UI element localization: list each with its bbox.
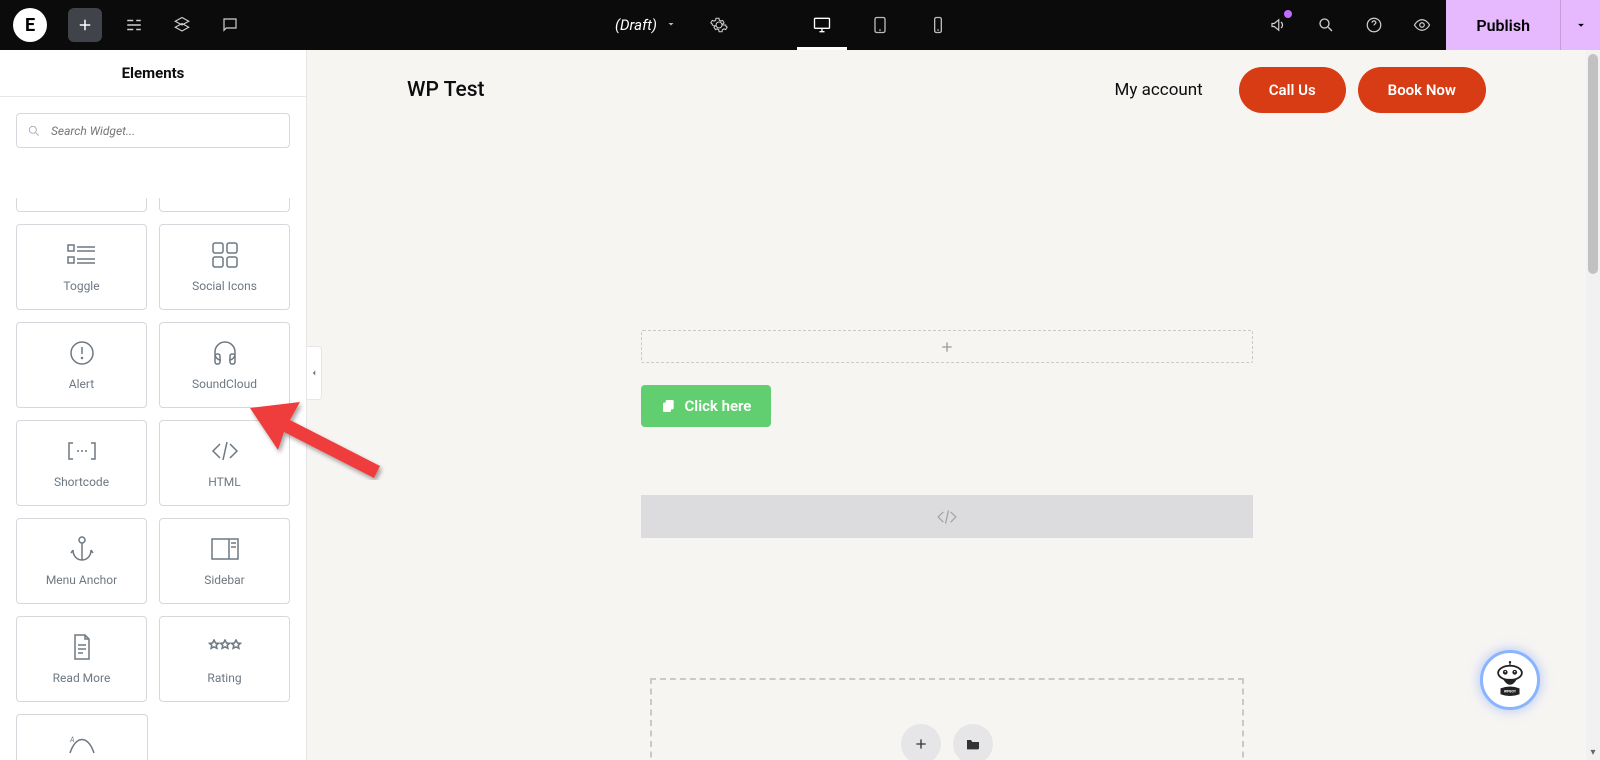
button-label: Click here bbox=[685, 397, 752, 415]
widget-sidebar[interactable]: Sidebar bbox=[159, 518, 290, 604]
widget-label: Read More bbox=[53, 671, 111, 685]
add-element-button[interactable] bbox=[68, 8, 102, 42]
widget-label: Shortcode bbox=[54, 475, 109, 489]
whats-new-button[interactable] bbox=[1254, 0, 1302, 50]
widget-label: Alert bbox=[69, 377, 94, 391]
widget-label: Toggle bbox=[63, 279, 99, 293]
widget-label: Social Icons bbox=[192, 279, 257, 293]
widget-read-more[interactable]: Read More bbox=[16, 616, 147, 702]
chatbot-launcher[interactable]: WPBOT bbox=[1480, 650, 1540, 710]
site-title: WP Test bbox=[407, 78, 485, 102]
new-section-dropzone[interactable] bbox=[650, 678, 1244, 760]
device-mobile[interactable] bbox=[909, 0, 967, 50]
site-header: WP Test My account Call Us Book Now bbox=[307, 50, 1586, 130]
device-desktop[interactable] bbox=[793, 0, 851, 50]
widget-alert[interactable]: Alert bbox=[16, 322, 147, 408]
widget-label: Rating bbox=[207, 671, 241, 685]
widget-rating[interactable]: Rating bbox=[159, 616, 290, 702]
add-section-button[interactable] bbox=[901, 724, 941, 760]
page-settings-button[interactable] bbox=[695, 0, 743, 50]
add-section-top[interactable] bbox=[641, 330, 1253, 363]
widget-cut-top[interactable] bbox=[16, 198, 147, 212]
copy-icon bbox=[661, 398, 677, 414]
svg-text:A: A bbox=[69, 736, 74, 744]
publish-button[interactable]: Publish bbox=[1446, 0, 1560, 50]
collapse-panel-button[interactable] bbox=[307, 346, 322, 400]
elementor-logo[interactable]: E bbox=[0, 0, 60, 50]
top-bar: E (Draft) bbox=[0, 0, 1600, 50]
svg-text:WPBOT: WPBOT bbox=[1504, 689, 1517, 693]
editor-canvas[interactable]: WP Test My account Call Us Book Now Clic… bbox=[307, 50, 1586, 760]
widget-search-input[interactable] bbox=[49, 123, 279, 139]
search-icon bbox=[27, 124, 41, 138]
widget-text-path[interactable]: A Text Path bbox=[16, 714, 148, 760]
code-icon bbox=[936, 506, 958, 528]
folder-icon bbox=[965, 736, 981, 752]
widget-social-icons[interactable]: Social Icons bbox=[159, 224, 290, 310]
book-now-button[interactable]: Book Now bbox=[1358, 67, 1486, 113]
document-dropdown[interactable] bbox=[665, 18, 677, 33]
click-here-button[interactable]: Click here bbox=[641, 385, 772, 427]
call-us-button[interactable]: Call Us bbox=[1239, 67, 1346, 113]
elements-panel: Elements Toggle Social Icons bbox=[0, 50, 307, 760]
structure-button[interactable] bbox=[158, 0, 206, 50]
widget-label: Sidebar bbox=[204, 573, 245, 587]
help-button[interactable] bbox=[1350, 0, 1398, 50]
vertical-scrollbar[interactable]: ▾ bbox=[1586, 50, 1600, 760]
widget-cut-top[interactable] bbox=[159, 198, 290, 212]
widget-html[interactable]: HTML bbox=[159, 420, 290, 506]
widget-label: SoundCloud bbox=[192, 377, 257, 391]
widget-label: HTML bbox=[208, 475, 241, 489]
preview-button[interactable] bbox=[1398, 0, 1446, 50]
device-tablet[interactable] bbox=[851, 0, 909, 50]
add-template-button[interactable] bbox=[953, 724, 993, 760]
html-widget-placeholder[interactable] bbox=[641, 495, 1253, 538]
notes-button[interactable] bbox=[206, 0, 254, 50]
widget-toggle[interactable]: Toggle bbox=[16, 224, 147, 310]
document-status: (Draft) bbox=[615, 16, 657, 34]
widget-shortcode[interactable]: Shortcode bbox=[16, 420, 147, 506]
widget-label: Menu Anchor bbox=[46, 573, 117, 587]
plus-icon bbox=[939, 339, 955, 355]
site-settings-button[interactable] bbox=[110, 0, 158, 50]
widget-soundcloud[interactable]: SoundCloud bbox=[159, 322, 290, 408]
nav-my-account[interactable]: My account bbox=[1115, 80, 1203, 100]
widget-menu-anchor[interactable]: Menu Anchor bbox=[16, 518, 147, 604]
publish-dropdown[interactable] bbox=[1560, 0, 1600, 50]
plus-icon bbox=[913, 736, 929, 752]
panel-title: Elements bbox=[0, 50, 306, 97]
finder-button[interactable] bbox=[1302, 0, 1350, 50]
widget-search[interactable] bbox=[16, 113, 290, 148]
